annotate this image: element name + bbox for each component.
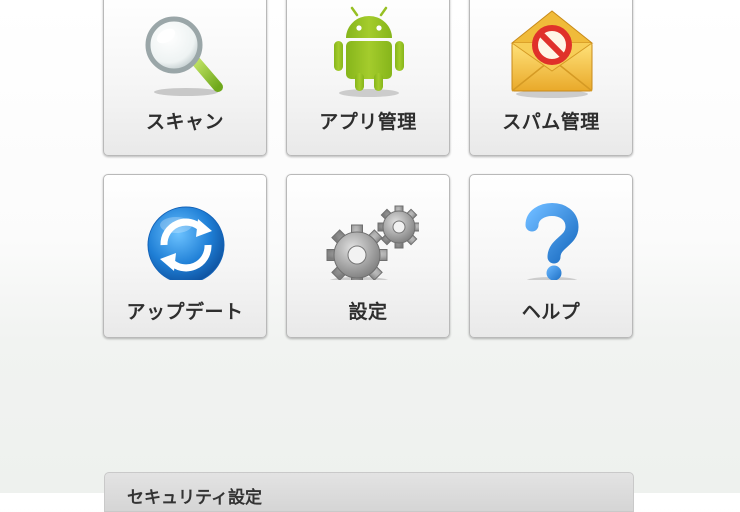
- update-button[interactable]: アップデート: [103, 174, 267, 338]
- help-button[interactable]: ヘルプ: [469, 174, 633, 338]
- security-settings-header: セキュリティ設定: [104, 472, 634, 512]
- section-title: セキュリティ設定: [127, 488, 262, 508]
- spam-management-button[interactable]: スパム管理: [469, 0, 633, 156]
- blocked-mail-icon: [502, 0, 602, 98]
- spam-management-label: スパム管理: [502, 111, 600, 133]
- question-mark-icon: [502, 175, 602, 280]
- help-label: ヘルプ: [521, 301, 581, 323]
- app-management-label: アプリ管理: [319, 111, 417, 133]
- scan-button[interactable]: スキャン: [103, 0, 267, 156]
- android-icon: [319, 0, 419, 98]
- gears-icon: [319, 175, 419, 280]
- update-label: アップデート: [126, 301, 244, 323]
- settings-label: 設定: [348, 301, 388, 323]
- settings-button[interactable]: 設定: [286, 174, 450, 338]
- magnifier-icon: [136, 0, 236, 98]
- app-management-button[interactable]: アプリ管理: [286, 0, 450, 156]
- sync-icon: [136, 175, 236, 280]
- scan-label: スキャン: [145, 111, 224, 133]
